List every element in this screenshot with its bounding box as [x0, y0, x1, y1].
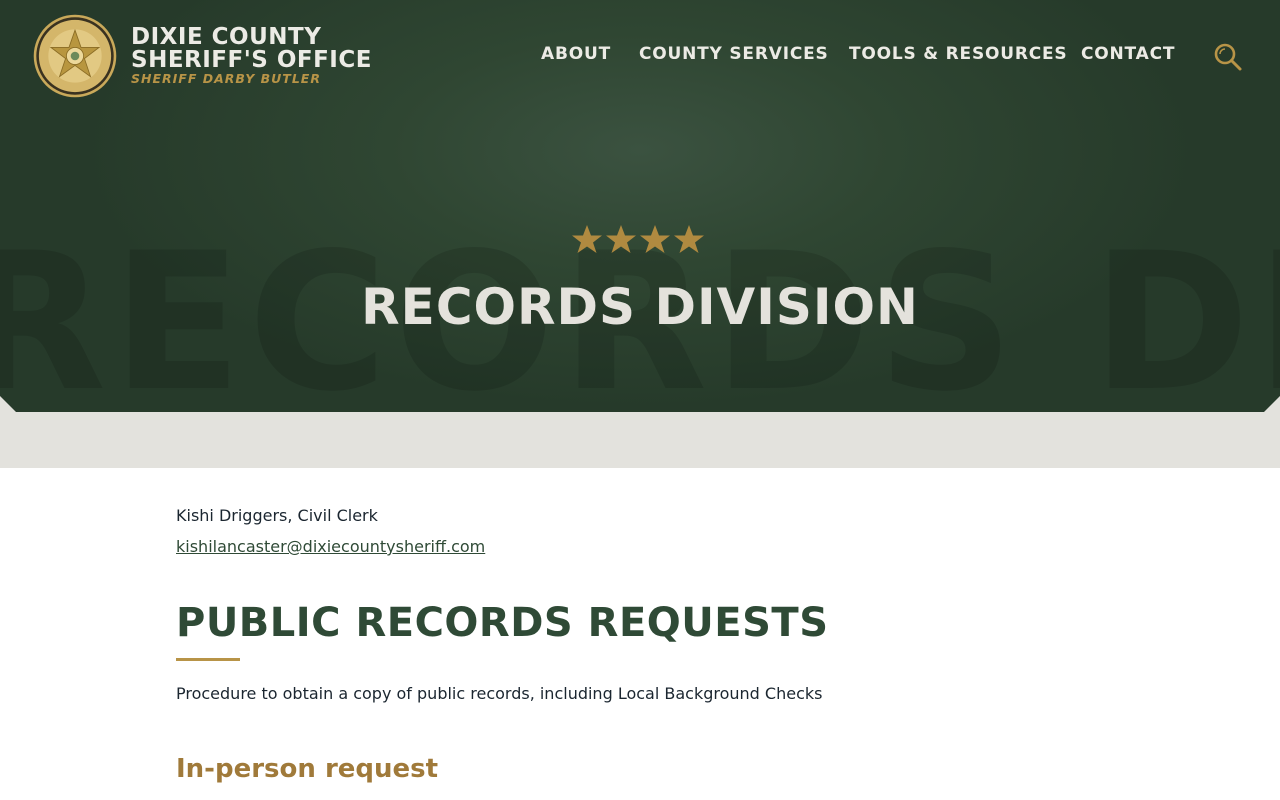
- search-icon[interactable]: [1213, 42, 1243, 72]
- hero-corner-right: [1264, 396, 1280, 412]
- hero-corner-left: [0, 396, 16, 412]
- hero-banner: RECORDS DIVISION DIXIE COUNTY SHERIFF'S …: [0, 0, 1280, 412]
- contact-email-link[interactable]: kishilancaster@dixiecountysheriff.com: [176, 537, 485, 556]
- star-icon: [674, 225, 704, 253]
- rating-stars: [572, 225, 704, 253]
- sheriff-badge-logo[interactable]: [32, 13, 118, 99]
- brand-sheriff-name: SHERIFF DARBY BUTLER: [131, 71, 321, 86]
- page-title: RECORDS DIVISION: [361, 278, 919, 336]
- star-icon: [572, 225, 602, 253]
- star-icon: [640, 225, 670, 253]
- star-icon: [606, 225, 636, 253]
- brand-name-line2[interactable]: SHERIFF'S OFFICE: [131, 49, 372, 72]
- heading-underline: [176, 658, 240, 661]
- nav-contact[interactable]: CONTACT: [1081, 46, 1175, 63]
- section-heading: PUBLIC RECORDS REQUESTS: [176, 600, 829, 646]
- nav-county-services[interactable]: COUNTY SERVICES: [639, 46, 829, 63]
- nav-about[interactable]: ABOUT: [541, 46, 611, 63]
- hero-bottom-band: [0, 412, 1280, 468]
- subheading-in-person: In-person request: [176, 754, 439, 784]
- section-description: Procedure to obtain a copy of public rec…: [176, 684, 823, 703]
- nav-tools-resources[interactable]: TOOLS & RESOURCES: [849, 46, 1067, 63]
- brand-name-line1[interactable]: DIXIE COUNTY: [131, 26, 321, 49]
- contact-name: Kishi Driggers, Civil Clerk: [176, 506, 378, 525]
